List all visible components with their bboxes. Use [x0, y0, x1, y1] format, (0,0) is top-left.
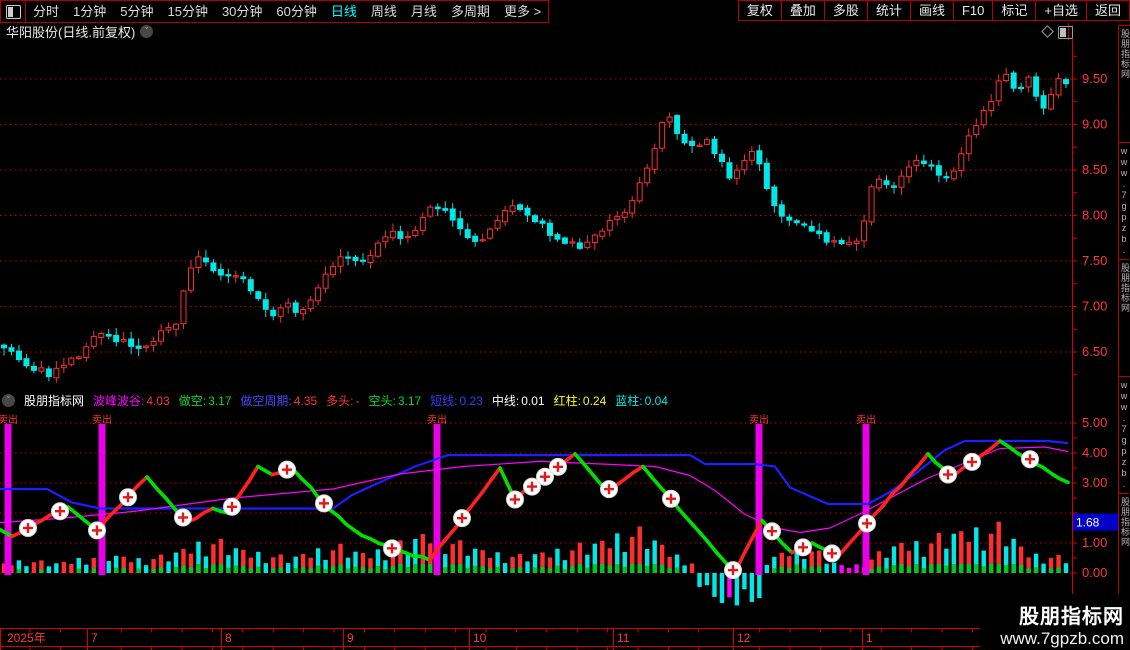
right-banner-segment[interactable]: www.7gpzb.com	[1119, 377, 1129, 494]
period-tab[interactable]: 分时	[26, 2, 66, 22]
right-banner-segment[interactable]: www.7gpzb.com	[1119, 143, 1129, 260]
app-window: 分时 1分钟 5分钟 15分钟 30分钟 60分钟 日线 周线 月线 多周期 更多 > 复权 叠加 多股…	[0, 0, 1130, 650]
svg-text:4.00: 4.00	[1082, 445, 1107, 460]
toolbar-button[interactable]: F10	[952, 0, 994, 21]
watermark-url: www.7gpzb.com	[1000, 629, 1124, 648]
svg-text:0.00: 0.00	[1082, 565, 1107, 580]
indicator-field: 短线: 0.23	[430, 394, 483, 408]
indicator-histogram	[1, 521, 1069, 606]
indicator-field: 蓝柱: 0.04	[615, 394, 668, 408]
svg-text:11: 11	[617, 631, 630, 645]
toolbar: 分时 1分钟 5分钟 15分钟 30分钟 60分钟 日线 周线 月线 多周期 更多 > 复权 叠加 多股…	[0, 0, 1130, 23]
toolbar-button[interactable]: 多股	[823, 0, 868, 21]
toolbar-button[interactable]: 统计	[866, 0, 911, 21]
right-banner[interactable]: 股朋指标网 www.7gpzb.com 股朋指标网 www.7gpzb.com 股朋指标…	[1118, 25, 1130, 611]
diamond-icon[interactable]	[1041, 25, 1054, 38]
right-banner-segment[interactable]: 股朋指标网	[1119, 260, 1130, 377]
period-tab[interactable]: 5分钟	[113, 2, 160, 22]
svg-text:12: 12	[737, 631, 751, 645]
indicator-field: 波峰波谷: 4.03	[93, 394, 170, 408]
svg-text:1: 1	[866, 631, 873, 645]
indicator-field: 做空: 3.17	[178, 394, 232, 408]
indicator-field: 做空周期: 4.35	[240, 394, 318, 408]
period-tab[interactable]: 更多 >	[497, 2, 548, 22]
svg-text:卖出: 卖出	[0, 413, 18, 426]
svg-text:8: 8	[225, 631, 232, 645]
toolbar-button[interactable]: +自选	[1035, 0, 1087, 21]
indicator-field: 红柱: 0.24	[553, 394, 607, 408]
chart-canvas[interactable]: 卖出 卖出 卖出 卖出 卖出 6.50 7.00 7.50 8.00 8.50 9.00 9.50 0.…	[0, 0, 1130, 650]
chart-title: 华阳股份(日线.前复权)	[6, 24, 136, 40]
toolbar-button[interactable]: 返回	[1085, 0, 1130, 21]
toolbar-button[interactable]: 画线	[909, 0, 954, 21]
period-tab[interactable]: 60分钟	[269, 2, 323, 22]
watermark-site: 股朋指标网	[1019, 606, 1124, 628]
svg-text:卖出: 卖出	[427, 413, 447, 426]
layout-toggle-button[interactable]	[1, 1, 26, 22]
svg-text:8.00: 8.00	[1082, 208, 1107, 223]
period-toolbar: 分时 1分钟 5分钟 15分钟 30分钟 60分钟 日线 周线 月线 多周期 更多 >	[0, 0, 550, 23]
svg-text:卖出: 卖出	[92, 413, 112, 426]
action-toolbar: 复权 叠加 多股 统计 画线 F10 标记 +自选 返回	[737, 0, 1130, 21]
price-axis: 6.50 7.00 7.50 8.00 8.50 9.00 9.50 0.00 1.00 3.00…	[1072, 25, 1118, 646]
indicator-header: ˇ 股朋指标网 波峰波谷: 4.03 做空: 3.17 做空周期: 4.35 多头: - 空头: 3.…	[0, 392, 1068, 409]
indicator-field: 多头: -	[326, 394, 360, 408]
svg-text:9.00: 9.00	[1082, 117, 1107, 132]
period-tab[interactable]: 1分钟	[66, 2, 113, 22]
svg-text:8.50: 8.50	[1082, 162, 1107, 177]
period-tab[interactable]: 周线	[364, 2, 404, 22]
svg-text:1.00: 1.00	[1082, 535, 1107, 550]
split-window-icon[interactable]	[1058, 26, 1073, 39]
chevron-down-icon[interactable]: ˇ	[2, 394, 15, 407]
right-banner-segment[interactable]: 股朋指标网	[1119, 26, 1130, 143]
indicator-gridlines	[0, 422, 1072, 574]
indicator-field: 中线: 0.01	[491, 394, 545, 408]
period-tab[interactable]: 15分钟	[160, 2, 214, 22]
period-tab[interactable]: 30分钟	[215, 2, 269, 22]
split-window-icon	[5, 4, 21, 19]
svg-text:5.00: 5.00	[1082, 415, 1107, 430]
watermark: 股朋指标网 www.7gpzb.com	[980, 594, 1130, 650]
svg-text:7: 7	[91, 631, 98, 645]
svg-text:3.00: 3.00	[1082, 475, 1107, 490]
candles-layer	[1, 67, 1069, 383]
svg-text:卖出: 卖出	[749, 413, 769, 426]
svg-text:6.50: 6.50	[1082, 344, 1107, 359]
indicator-site-label: 股朋指标网	[24, 394, 85, 408]
date-axis: 2025年 7 8 9 10 11 12 1	[0, 628, 1118, 650]
period-tab[interactable]: 月线	[404, 2, 444, 22]
svg-text:7.50: 7.50	[1082, 253, 1107, 268]
period-tab[interactable]: 多周期	[444, 2, 497, 22]
svg-text:1.68: 1.68	[1076, 516, 1100, 530]
indicator-field: 空头: 3.17	[368, 394, 422, 408]
period-tabs: 分时 1分钟 5分钟 15分钟 30分钟 60分钟 日线 周线 月线 多周期 更多 >	[26, 2, 548, 22]
svg-text:10: 10	[473, 631, 487, 645]
svg-text:9.50: 9.50	[1082, 71, 1107, 86]
toolbar-button[interactable]: 叠加	[780, 0, 825, 21]
title-row: 华阳股份(日线.前复权) ˇ	[0, 22, 1086, 40]
svg-text:9: 9	[347, 631, 354, 645]
svg-text:卖出: 卖出	[856, 413, 876, 426]
svg-text:2025年: 2025年	[7, 631, 46, 645]
period-tab[interactable]: 日线	[324, 2, 364, 22]
toolbar-button[interactable]: 复权	[737, 0, 782, 21]
svg-text:7.00: 7.00	[1082, 299, 1107, 314]
chevron-down-icon[interactable]: ˇ	[140, 24, 154, 38]
toolbar-button[interactable]: 标记	[992, 0, 1037, 21]
